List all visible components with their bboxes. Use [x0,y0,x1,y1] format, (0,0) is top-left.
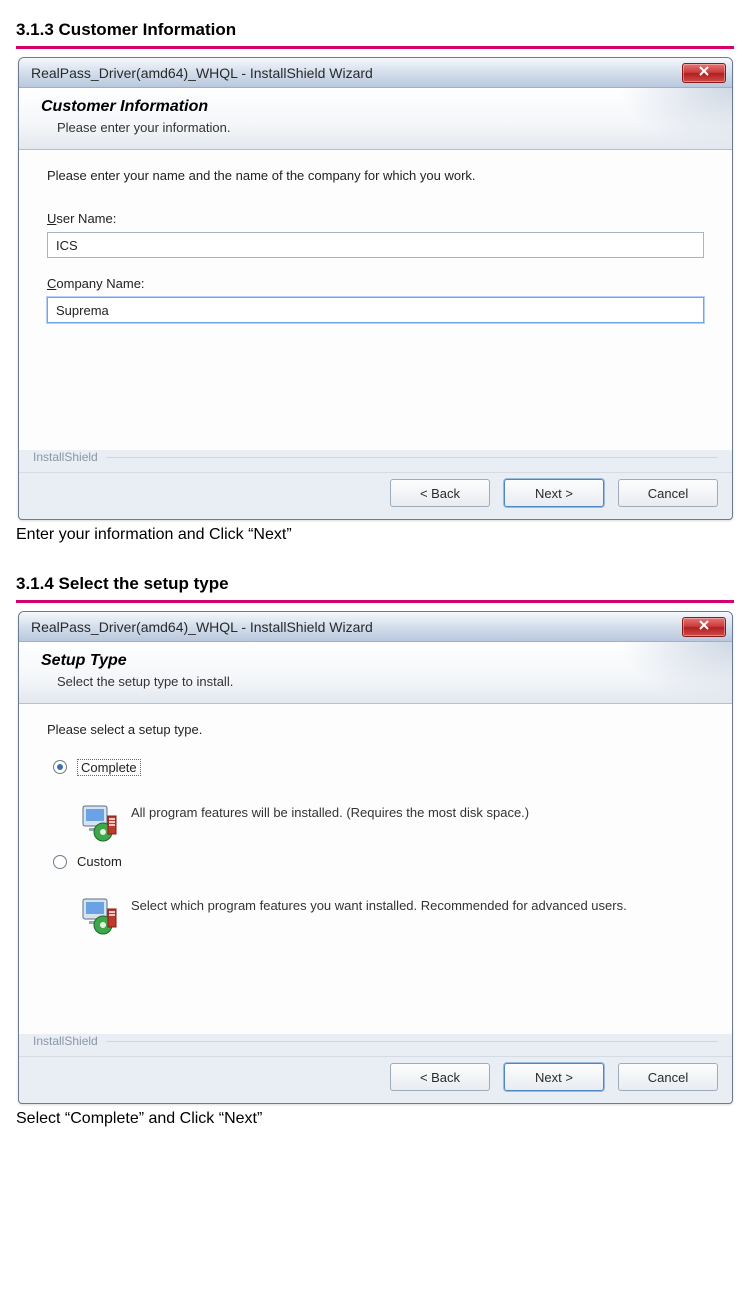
dialog-header: Customer Information Please enter your i… [19,88,732,150]
titlebar: RealPass_Driver(amd64)_WHQL - InstallShi… [19,58,732,88]
window-title: RealPass_Driver(amd64)_WHQL - InstallShi… [31,65,682,81]
radio-custom-label[interactable]: Custom [77,854,122,869]
dialog-customer-info: RealPass_Driver(amd64)_WHQL - InstallShi… [18,57,733,520]
titlebar: RealPass_Driver(amd64)_WHQL - InstallShi… [19,612,732,642]
section-heading-customer-info: 3.1.3 Customer Information [16,20,734,40]
button-bar: < Back Next > Cancel [19,1056,732,1103]
dialog-header: Setup Type Select the setup type to inst… [19,642,732,704]
installshield-label: InstallShield [33,450,98,464]
section-rule [16,46,734,49]
dialog-header-subtitle: Select the setup type to install. [57,674,712,689]
option-custom-description: Select which program features you want i… [131,895,627,937]
dialog-body: Please enter your name and the name of t… [19,150,732,450]
instruction-text: Please enter your name and the name of t… [47,168,704,183]
user-name-input[interactable] [47,232,704,258]
installshield-label: InstallShield [33,1034,98,1048]
feature-icon [77,895,119,937]
radio-complete[interactable] [53,760,67,774]
dialog-header-title: Setup Type [41,652,712,670]
option-complete-description: All program features will be installed. … [131,802,529,844]
back-button[interactable]: < Back [390,479,490,507]
back-button[interactable]: < Back [390,1063,490,1091]
radio-complete-label[interactable]: Complete [77,759,141,776]
close-button[interactable] [682,617,726,637]
user-name-label: User Name: [47,211,704,226]
company-name-input[interactable] [47,297,704,323]
caption-setup-type: Select “Complete” and Click “Next” [16,1110,734,1128]
next-button[interactable]: Next > [504,479,604,507]
caption-customer-info: Enter your information and Click “Next” [16,526,734,544]
cancel-button[interactable]: Cancel [618,479,718,507]
dialog-setup-type: RealPass_Driver(amd64)_WHQL - InstallShi… [18,611,733,1104]
close-icon [698,618,710,635]
section-rule [16,600,734,603]
installshield-footer: InstallShield [19,1034,732,1056]
next-button[interactable]: Next > [504,1063,604,1091]
company-name-label: Company Name: [47,276,704,291]
cancel-button[interactable]: Cancel [618,1063,718,1091]
installshield-footer: InstallShield [19,450,732,472]
close-icon [698,64,710,81]
dialog-header-title: Customer Information [41,98,712,116]
dialog-body: Please select a setup type. Complete [19,704,732,1034]
setup-option-complete: Complete All program [47,759,704,844]
instruction-text: Please select a setup type. [47,722,704,737]
feature-icon [77,802,119,844]
button-bar: < Back Next > Cancel [19,472,732,519]
setup-option-custom: Custom Select which program featur [47,854,704,937]
close-button[interactable] [682,63,726,83]
section-heading-setup-type: 3.1.4 Select the setup type [16,574,734,594]
dialog-header-subtitle: Please enter your information. [57,120,712,135]
window-title: RealPass_Driver(amd64)_WHQL - InstallShi… [31,619,682,635]
radio-custom[interactable] [53,855,67,869]
